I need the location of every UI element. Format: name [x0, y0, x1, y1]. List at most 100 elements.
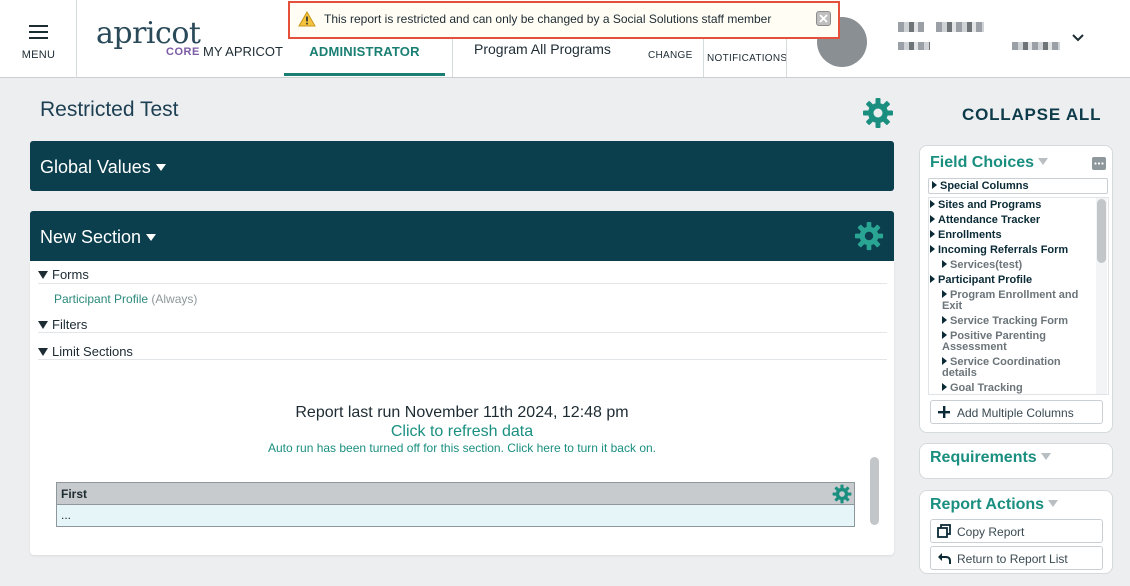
user-org-redacted	[1012, 42, 1060, 50]
tree-item-label: Service Tracking Form	[950, 315, 1068, 327]
tree-item-label: Goal Tracking	[950, 382, 1023, 394]
participant-profile-link[interactable]: Participant Profile (Always)	[54, 292, 197, 306]
global-values-header[interactable]: Global Values	[30, 141, 894, 191]
caret-down-icon	[38, 320, 48, 329]
new-section-body: Forms Participant Profile (Always) Filte…	[30, 261, 894, 555]
restricted-banner: This report is restricted and can only b…	[288, 1, 840, 39]
tree-item-label: Services(test)	[950, 259, 1023, 271]
report-actions-title[interactable]: Report Actions	[930, 496, 1059, 514]
gear-icon[interactable]	[832, 484, 852, 504]
caret-down-icon	[38, 270, 48, 279]
limit-sections-label: Limit Sections	[52, 344, 133, 359]
report-actions-card: Report Actions Copy Report Return to Rep…	[919, 490, 1113, 574]
tree-item-label: Participant Profile	[938, 274, 1033, 286]
user-name-redacted	[898, 22, 924, 32]
copy-icon	[937, 524, 951, 538]
new-section-header[interactable]: New Section	[30, 211, 894, 261]
warning-icon	[298, 11, 316, 27]
refresh-data-link[interactable]: Click to refresh data	[30, 423, 894, 441]
caret-right-icon	[930, 275, 935, 284]
tree-item-label: Service Coordination details	[942, 356, 1061, 379]
tree-item[interactable]: Service Tracking Form	[942, 316, 1092, 327]
autorun-link[interactable]: Auto run has been turned off for this se…	[30, 441, 894, 455]
caret-right-icon	[930, 200, 935, 209]
caret-down-icon	[1038, 158, 1049, 166]
caret-right-icon	[930, 245, 935, 254]
gear-icon[interactable]	[862, 97, 894, 129]
gear-icon[interactable]	[854, 221, 884, 251]
column-header-first[interactable]: First	[61, 487, 87, 501]
notifications-link[interactable]: NOTIFICATIONS	[707, 53, 787, 64]
caret-right-icon	[942, 260, 947, 269]
tree-item[interactable]: Attendance Tracker	[930, 215, 1090, 226]
requirements-label: Requirements	[930, 449, 1037, 466]
tree-item[interactable]: Sites and Programs	[930, 200, 1090, 211]
chevron-down-icon[interactable]	[1072, 32, 1084, 44]
collapse-all-button[interactable]: COLLAPSE ALL	[962, 105, 1101, 125]
caret-right-icon	[942, 383, 947, 392]
page-title: Restricted Test	[40, 98, 179, 121]
user-name-redacted	[936, 22, 984, 32]
results-table: First ...	[56, 482, 855, 527]
form-link-label: Participant Profile	[54, 292, 149, 306]
tree-item-label: Incoming Referrals Form	[938, 244, 1069, 256]
field-choices-card: Field Choices Special Columns Sites and …	[919, 145, 1113, 433]
banner-message: This report is restricted and can only b…	[324, 12, 772, 26]
tree-item-label: Attendance Tracker	[938, 214, 1041, 226]
caret-right-icon	[930, 230, 935, 239]
table-scrollbar[interactable]	[870, 457, 879, 525]
copy-report-label: Copy Report	[957, 525, 1025, 539]
filters-toggle[interactable]: Filters	[38, 317, 887, 333]
caret-down-icon	[155, 163, 166, 171]
copy-report-button[interactable]: Copy Report	[930, 519, 1103, 543]
caret-right-icon	[942, 357, 947, 366]
tree-item[interactable]: Incoming Referrals Form	[930, 245, 1090, 256]
field-choices-title[interactable]: Field Choices	[930, 154, 1049, 172]
form-qualifier: (Always)	[151, 292, 198, 306]
global-values-label: Global Values	[40, 157, 151, 177]
caret-right-icon	[942, 316, 947, 325]
my-apricot-link[interactable]: MY APRICOT	[203, 44, 283, 59]
report-actions-label: Report Actions	[930, 496, 1045, 513]
requirements-title[interactable]: Requirements	[930, 449, 1051, 467]
hamburger-icon	[29, 25, 48, 39]
return-to-report-list-button[interactable]: Return to Report List	[930, 546, 1103, 570]
forms-label: Forms	[52, 267, 89, 282]
field-choices-tree: Sites and Programs Attendance Tracker En…	[928, 197, 1109, 395]
limit-sections-toggle[interactable]: Limit Sections	[38, 344, 887, 360]
forms-toggle[interactable]: Forms	[38, 267, 887, 284]
last-run-text: Report last run November 11th 2024, 12:4…	[295, 404, 629, 421]
tree-item[interactable]: Service Coordination details	[942, 357, 1092, 379]
program-selector[interactable]: Program All Programs	[474, 41, 611, 57]
table-row: ...	[57, 505, 854, 526]
tree-item[interactable]: Positive Parenting Assessment	[942, 331, 1092, 353]
new-section-label: New Section	[40, 227, 142, 247]
add-multiple-columns-button[interactable]: Add Multiple Columns	[930, 400, 1103, 424]
tree-item[interactable]: Enrollments	[930, 230, 1090, 241]
tree-item[interactable]: Services(test)	[942, 260, 1092, 271]
caret-down-icon	[1040, 453, 1051, 461]
tree-item-label: Positive Parenting Assessment	[942, 330, 1046, 353]
more-options-icon[interactable]	[1092, 157, 1106, 170]
close-icon[interactable]	[816, 11, 831, 26]
tree-item[interactable]: Program Enrollment and Exit	[942, 290, 1092, 312]
menu-button[interactable]: MENU	[0, 0, 77, 78]
requirements-card: Requirements	[919, 443, 1113, 479]
caret-right-icon	[942, 331, 947, 340]
tree-item-label: Sites and Programs	[938, 199, 1042, 211]
user-org-redacted	[898, 42, 930, 50]
return-label: Return to Report List	[957, 552, 1068, 566]
table-header: First	[57, 483, 854, 505]
return-arrow-icon	[938, 553, 951, 564]
tree-item[interactable]: Goal Tracking	[942, 383, 1092, 394]
add-multiple-label: Add Multiple Columns	[957, 406, 1074, 420]
special-columns-item[interactable]: Special Columns	[928, 178, 1108, 194]
plus-icon	[938, 406, 950, 418]
tree-scrollbar-thumb[interactable]	[1097, 199, 1106, 263]
caret-down-icon	[1048, 500, 1059, 508]
change-program-link[interactable]: CHANGE	[648, 50, 693, 61]
logo-core-label: CORE	[166, 46, 200, 58]
caret-down-icon	[38, 347, 48, 356]
caret-right-icon	[942, 290, 947, 299]
tree-item[interactable]: Participant Profile	[930, 275, 1090, 286]
